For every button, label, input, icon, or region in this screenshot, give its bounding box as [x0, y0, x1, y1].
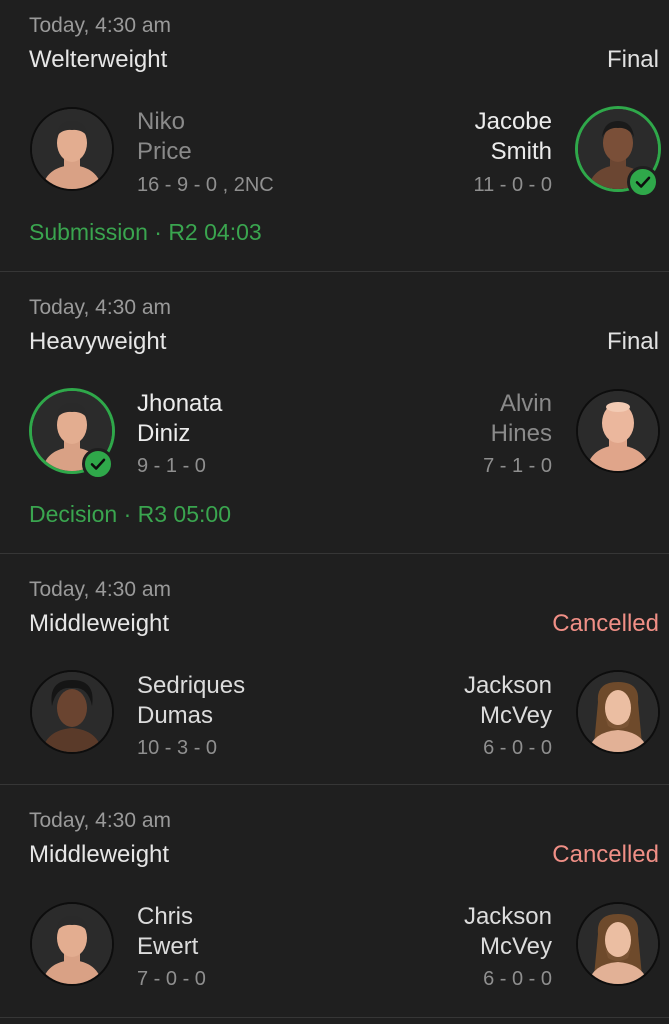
status-badge: Cancelled — [552, 841, 659, 868]
fighter-record: 7 - 0 - 0 — [137, 968, 206, 990]
fighter-last-name: Hines — [490, 420, 552, 447]
fight-time: Today, 4:30 am — [29, 14, 172, 37]
fight-time: Today, 4:30 am — [29, 809, 172, 832]
fighter-last-name: Diniz — [137, 420, 191, 447]
fighter-last-name: Smith — [490, 138, 552, 165]
fight-result-method: Submission · R2 04:03 — [29, 219, 262, 245]
status-badge: Cancelled — [552, 610, 659, 637]
fighter-first-name: Jhonata — [137, 390, 223, 417]
fighter-record: 10 - 3 - 0 — [137, 737, 218, 759]
fight-card[interactable]: Today, 4:30 am Middleweight Cancelled Se… — [0, 555, 669, 785]
fighter-avatar-icon[interactable] — [576, 670, 660, 754]
fighter-first-name: Sedriques — [137, 672, 246, 699]
fighter-name[interactable]: Sedriques Dumas — [137, 671, 245, 731]
fight-card[interactable]: Today, 4:30 am Middleweight Cancelled Ch… — [0, 786, 669, 1018]
fight-card[interactable]: Today, 4:30 am Welterweight Final Niko P… — [0, 0, 669, 272]
fighter-first-name: Chris — [137, 903, 194, 930]
fighter-avatar-icon[interactable] — [576, 902, 660, 986]
winner-check-icon — [627, 166, 659, 198]
fighter-last-name: McVey — [479, 702, 552, 729]
fighter-record: 16 - 9 - 0 , 2NC — [137, 174, 274, 196]
fight-time: Today, 4:30 am — [29, 296, 172, 319]
fighter-last-name: Dumas — [137, 702, 214, 729]
fighter-record: 7 - 1 - 0 — [483, 455, 552, 477]
fighter-last-name: McVey — [479, 933, 552, 960]
fighter-first-name: Alvin — [499, 390, 552, 417]
fighter-avatar-icon[interactable] — [30, 670, 114, 754]
weight-class: Welterweight — [29, 46, 168, 73]
status-badge: Final — [606, 46, 659, 73]
fighter-first-name: Jacobe — [474, 108, 552, 135]
fighter-first-name: Jackson — [463, 672, 552, 699]
fight-card[interactable]: Today, 4:30 am Heavyweight Final Jhonata… — [0, 273, 669, 554]
fighter-first-name: Niko — [137, 108, 186, 135]
fighter-last-name: Ewert — [137, 933, 199, 960]
fighter-name[interactable]: Jackson McVey — [464, 902, 552, 962]
fighter-record: 6 - 0 - 0 — [483, 968, 552, 990]
fighter-name[interactable]: Chris Ewert — [137, 902, 198, 962]
fighter-last-name: Price — [137, 138, 192, 165]
fighter-record: 9 - 1 - 0 — [137, 455, 206, 477]
fighter-avatar-icon[interactable] — [30, 902, 114, 986]
fight-time: Today, 4:30 am — [29, 578, 172, 601]
fighter-record: 11 - 0 - 0 — [473, 174, 552, 196]
fight-result-method: Decision · R3 05:00 — [29, 501, 231, 527]
fighter-avatar-icon[interactable] — [30, 107, 114, 191]
fighter-name[interactable]: Jhonata Diniz — [137, 389, 222, 449]
fighter-avatar-icon[interactable] — [576, 389, 660, 473]
fighter-first-name: Jackson — [463, 903, 552, 930]
fighter-name[interactable]: Jacobe Smith — [475, 107, 552, 167]
weight-class: Heavyweight — [29, 328, 167, 355]
fighter-name[interactable]: Niko Price — [137, 107, 192, 167]
winner-check-icon — [82, 448, 114, 480]
weight-class: Middleweight — [29, 841, 170, 868]
weight-class: Middleweight — [29, 610, 170, 637]
fighter-name[interactable]: Jackson McVey — [464, 671, 552, 731]
status-badge: Final — [606, 328, 659, 355]
fighter-name[interactable]: Alvin Hines — [491, 389, 552, 449]
fighter-record: 6 - 0 - 0 — [483, 737, 552, 759]
